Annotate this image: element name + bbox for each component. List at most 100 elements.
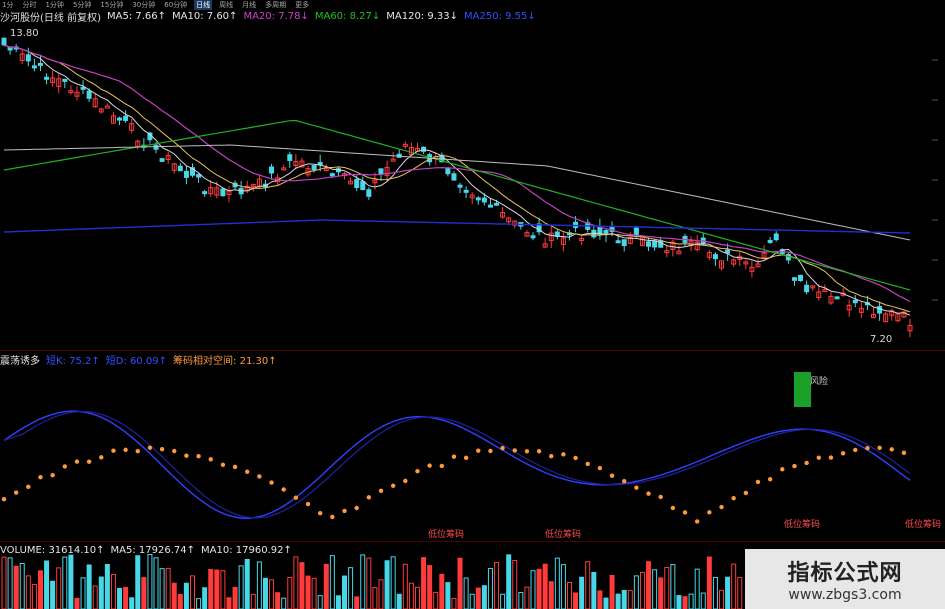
chip-dot xyxy=(743,490,749,496)
chip-dot xyxy=(74,459,80,464)
volume-bar xyxy=(232,586,238,609)
chip-dot xyxy=(585,461,590,467)
chip-dot xyxy=(159,446,165,452)
volume-bar xyxy=(427,565,433,609)
candle xyxy=(834,296,840,300)
chip-dot xyxy=(755,479,761,485)
chip-dot xyxy=(342,508,347,514)
volume-bar xyxy=(208,568,214,609)
chip-dot xyxy=(317,511,323,516)
volume-bar xyxy=(536,568,542,609)
volume-bar xyxy=(408,582,414,609)
candle xyxy=(725,249,731,254)
chip-dot xyxy=(13,490,19,495)
volume-bar xyxy=(165,567,171,609)
chip-dot xyxy=(62,464,68,469)
chip-dot xyxy=(403,478,408,484)
volume-bar xyxy=(597,590,603,609)
volume-bar xyxy=(244,558,250,609)
volume-bar xyxy=(530,570,536,609)
candle xyxy=(269,166,275,174)
chip-dot xyxy=(476,448,481,453)
candle xyxy=(117,117,123,121)
candle xyxy=(487,204,493,208)
candle xyxy=(25,54,31,62)
volume-bar xyxy=(159,568,165,609)
candle xyxy=(767,239,773,243)
candle xyxy=(646,241,652,247)
volume-bar xyxy=(123,586,129,609)
chip-dot xyxy=(123,447,128,453)
volume-bar xyxy=(706,556,712,609)
volume-bar xyxy=(463,577,469,609)
candle xyxy=(183,170,189,178)
candle xyxy=(159,158,165,162)
candle xyxy=(31,65,37,69)
volume-bar xyxy=(147,554,153,609)
short-d-line xyxy=(3,410,911,519)
candle xyxy=(80,86,86,90)
watermark-url: www.zbgs3.com xyxy=(788,587,902,603)
volume-bar xyxy=(281,597,287,609)
volume-bar xyxy=(658,577,664,609)
chip-dot xyxy=(536,449,542,454)
volume-bar xyxy=(676,595,682,609)
low-price-label: 7.20 xyxy=(870,334,893,345)
volume-bar xyxy=(342,575,348,609)
candle xyxy=(475,197,481,201)
chip-dot xyxy=(792,463,797,469)
watermark-title: 指标公式网 xyxy=(787,561,903,586)
volume-bar xyxy=(372,587,378,609)
chip-dot xyxy=(816,455,821,460)
chip-dot xyxy=(682,510,688,515)
chip-dot xyxy=(646,491,651,496)
volume-bar xyxy=(31,584,37,609)
candle xyxy=(621,239,627,247)
volume-bar xyxy=(457,557,463,609)
chip-dot xyxy=(731,496,736,501)
candle xyxy=(62,78,68,82)
chip-dot xyxy=(427,463,432,468)
candle xyxy=(1,37,7,46)
volume-bar xyxy=(621,589,627,609)
volume-bar xyxy=(439,573,445,609)
volume-bar xyxy=(652,569,658,609)
volume-bar xyxy=(86,564,92,609)
volume-bar xyxy=(226,597,232,609)
chip-dot xyxy=(524,449,530,454)
candle xyxy=(86,90,92,99)
volume-bar xyxy=(402,563,408,609)
volume-bar xyxy=(98,576,104,609)
volume-bar xyxy=(269,579,275,609)
chip-dot xyxy=(305,501,311,507)
candle xyxy=(791,277,797,281)
volume-bar xyxy=(262,577,268,609)
chip-dot xyxy=(50,472,55,478)
volume-bar xyxy=(171,582,177,609)
volume-bar xyxy=(19,563,25,609)
chip-dot xyxy=(257,474,262,479)
volume-bar xyxy=(1,556,7,609)
candle xyxy=(123,115,129,121)
volume-bar xyxy=(129,597,135,609)
volume-bar xyxy=(177,593,183,609)
chip-dot xyxy=(86,459,92,464)
candle xyxy=(329,173,335,177)
chip-dot xyxy=(622,479,627,484)
volume-bar xyxy=(384,560,390,609)
volume-bar xyxy=(700,592,706,609)
chip-dot xyxy=(354,505,359,511)
chip-dot xyxy=(390,483,396,488)
chip-dot xyxy=(840,451,846,456)
candle xyxy=(773,233,779,241)
volume-bar xyxy=(682,596,688,609)
risk-signal-bar xyxy=(794,372,811,407)
volume-bar xyxy=(366,557,372,609)
candle xyxy=(378,168,384,175)
volume-bar xyxy=(250,593,256,609)
candle xyxy=(494,202,500,206)
chip-dot xyxy=(1,496,7,502)
volume-bar xyxy=(712,576,718,609)
volume-bar xyxy=(335,595,341,609)
candle xyxy=(366,189,372,197)
